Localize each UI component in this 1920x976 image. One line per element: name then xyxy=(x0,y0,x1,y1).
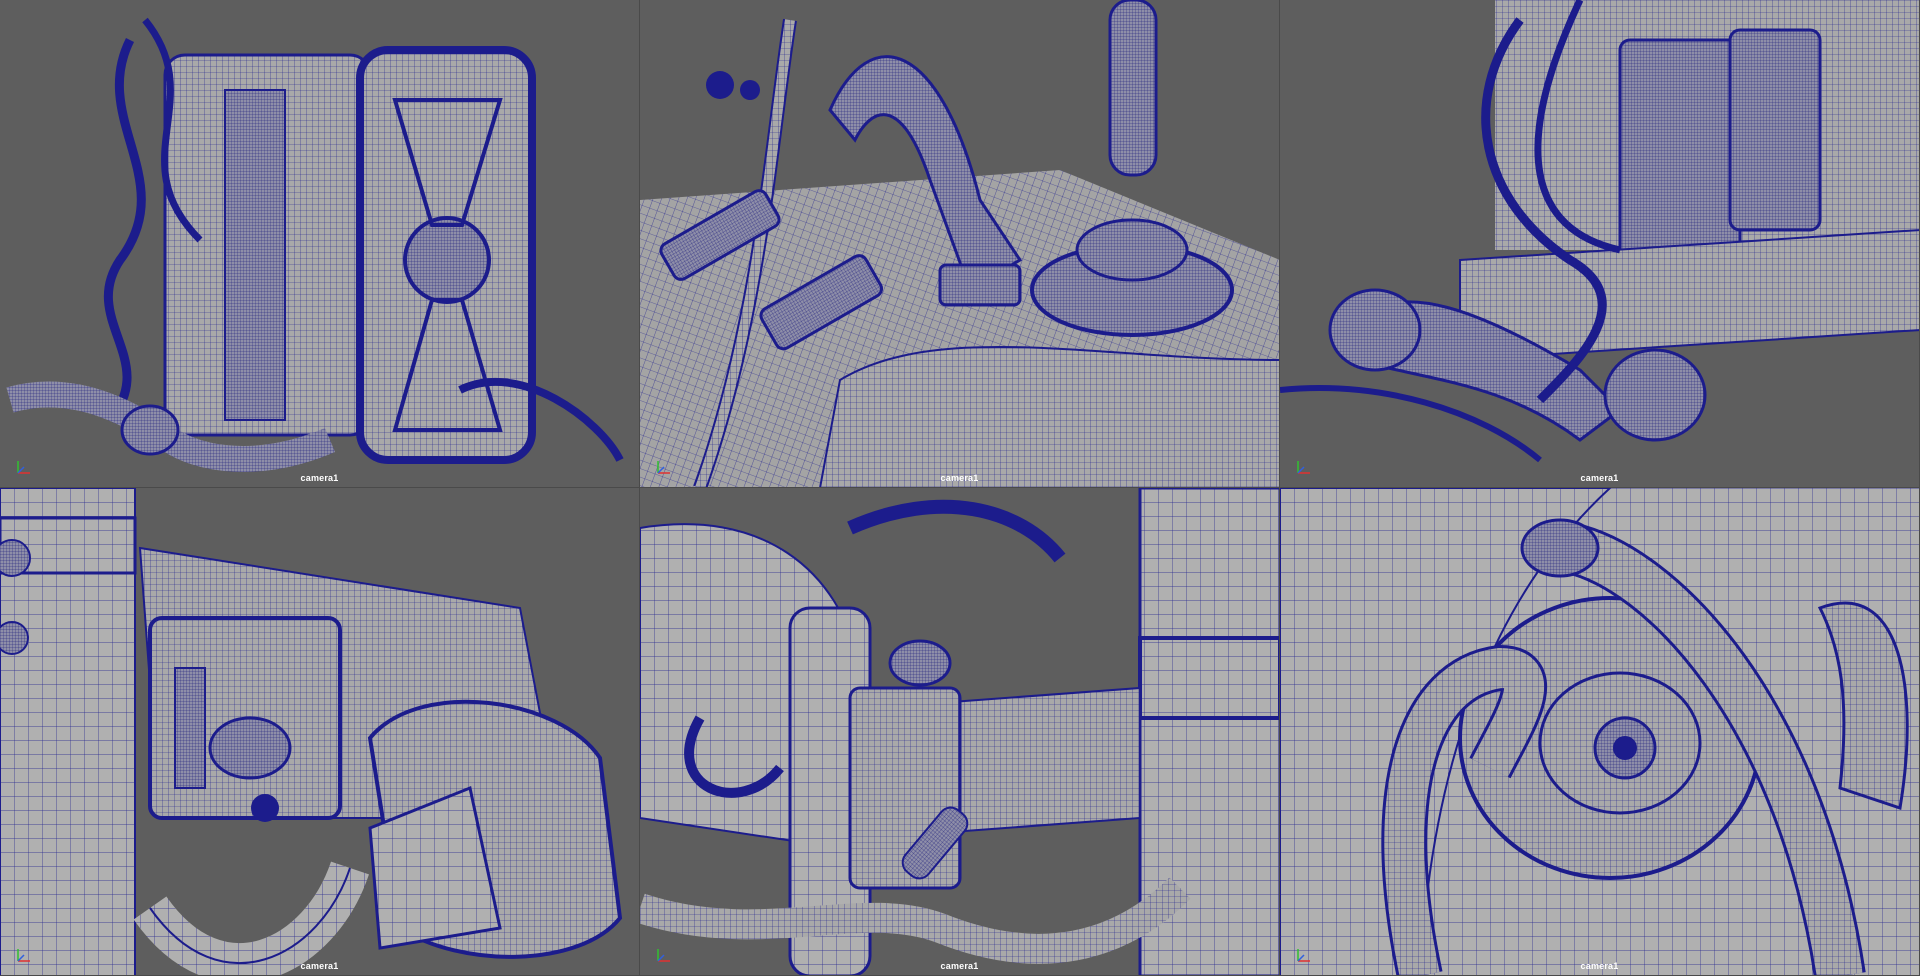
viewport-top-center[interactable]: camera1 xyxy=(640,0,1280,488)
camera-label: camera1 xyxy=(940,961,979,971)
axis-gizmo-icon xyxy=(1297,461,1310,474)
viewport-grid: camera1 camera1 camera1 camera1 camera1 … xyxy=(0,0,1920,976)
mesh-hose-coupling-closeup xyxy=(1280,488,1919,975)
axis-gizmo-icon xyxy=(657,461,670,474)
mesh-clamp-bracket-closeup xyxy=(0,488,623,975)
viewport-top-right[interactable]: camera1 xyxy=(1280,0,1920,488)
mesh-pin-latch-closeup xyxy=(640,488,1279,975)
axis-gizmo-icon xyxy=(17,461,30,474)
mesh-backpack-side-hoses xyxy=(1280,0,1919,463)
viewport-bottom-center[interactable]: camera1 xyxy=(640,488,1280,976)
camera-label: camera1 xyxy=(1580,961,1619,971)
axis-gizmo-icon xyxy=(17,949,30,962)
axis-gizmo-icon xyxy=(657,949,670,962)
mesh-backpack-overview xyxy=(6,17,624,472)
camera-label: camera1 xyxy=(300,473,339,483)
camera-label: camera1 xyxy=(940,473,979,483)
viewport-bottom-right[interactable]: camera1 xyxy=(1280,488,1920,976)
camera-label: camera1 xyxy=(1580,473,1619,483)
camera-label: camera1 xyxy=(300,961,339,971)
axis-gizmo-icon xyxy=(1297,949,1310,962)
viewport-bottom-left[interactable]: camera1 xyxy=(0,488,640,976)
viewport-top-left[interactable]: camera1 xyxy=(0,0,640,488)
mesh-strap-buckle-top xyxy=(640,0,1279,487)
